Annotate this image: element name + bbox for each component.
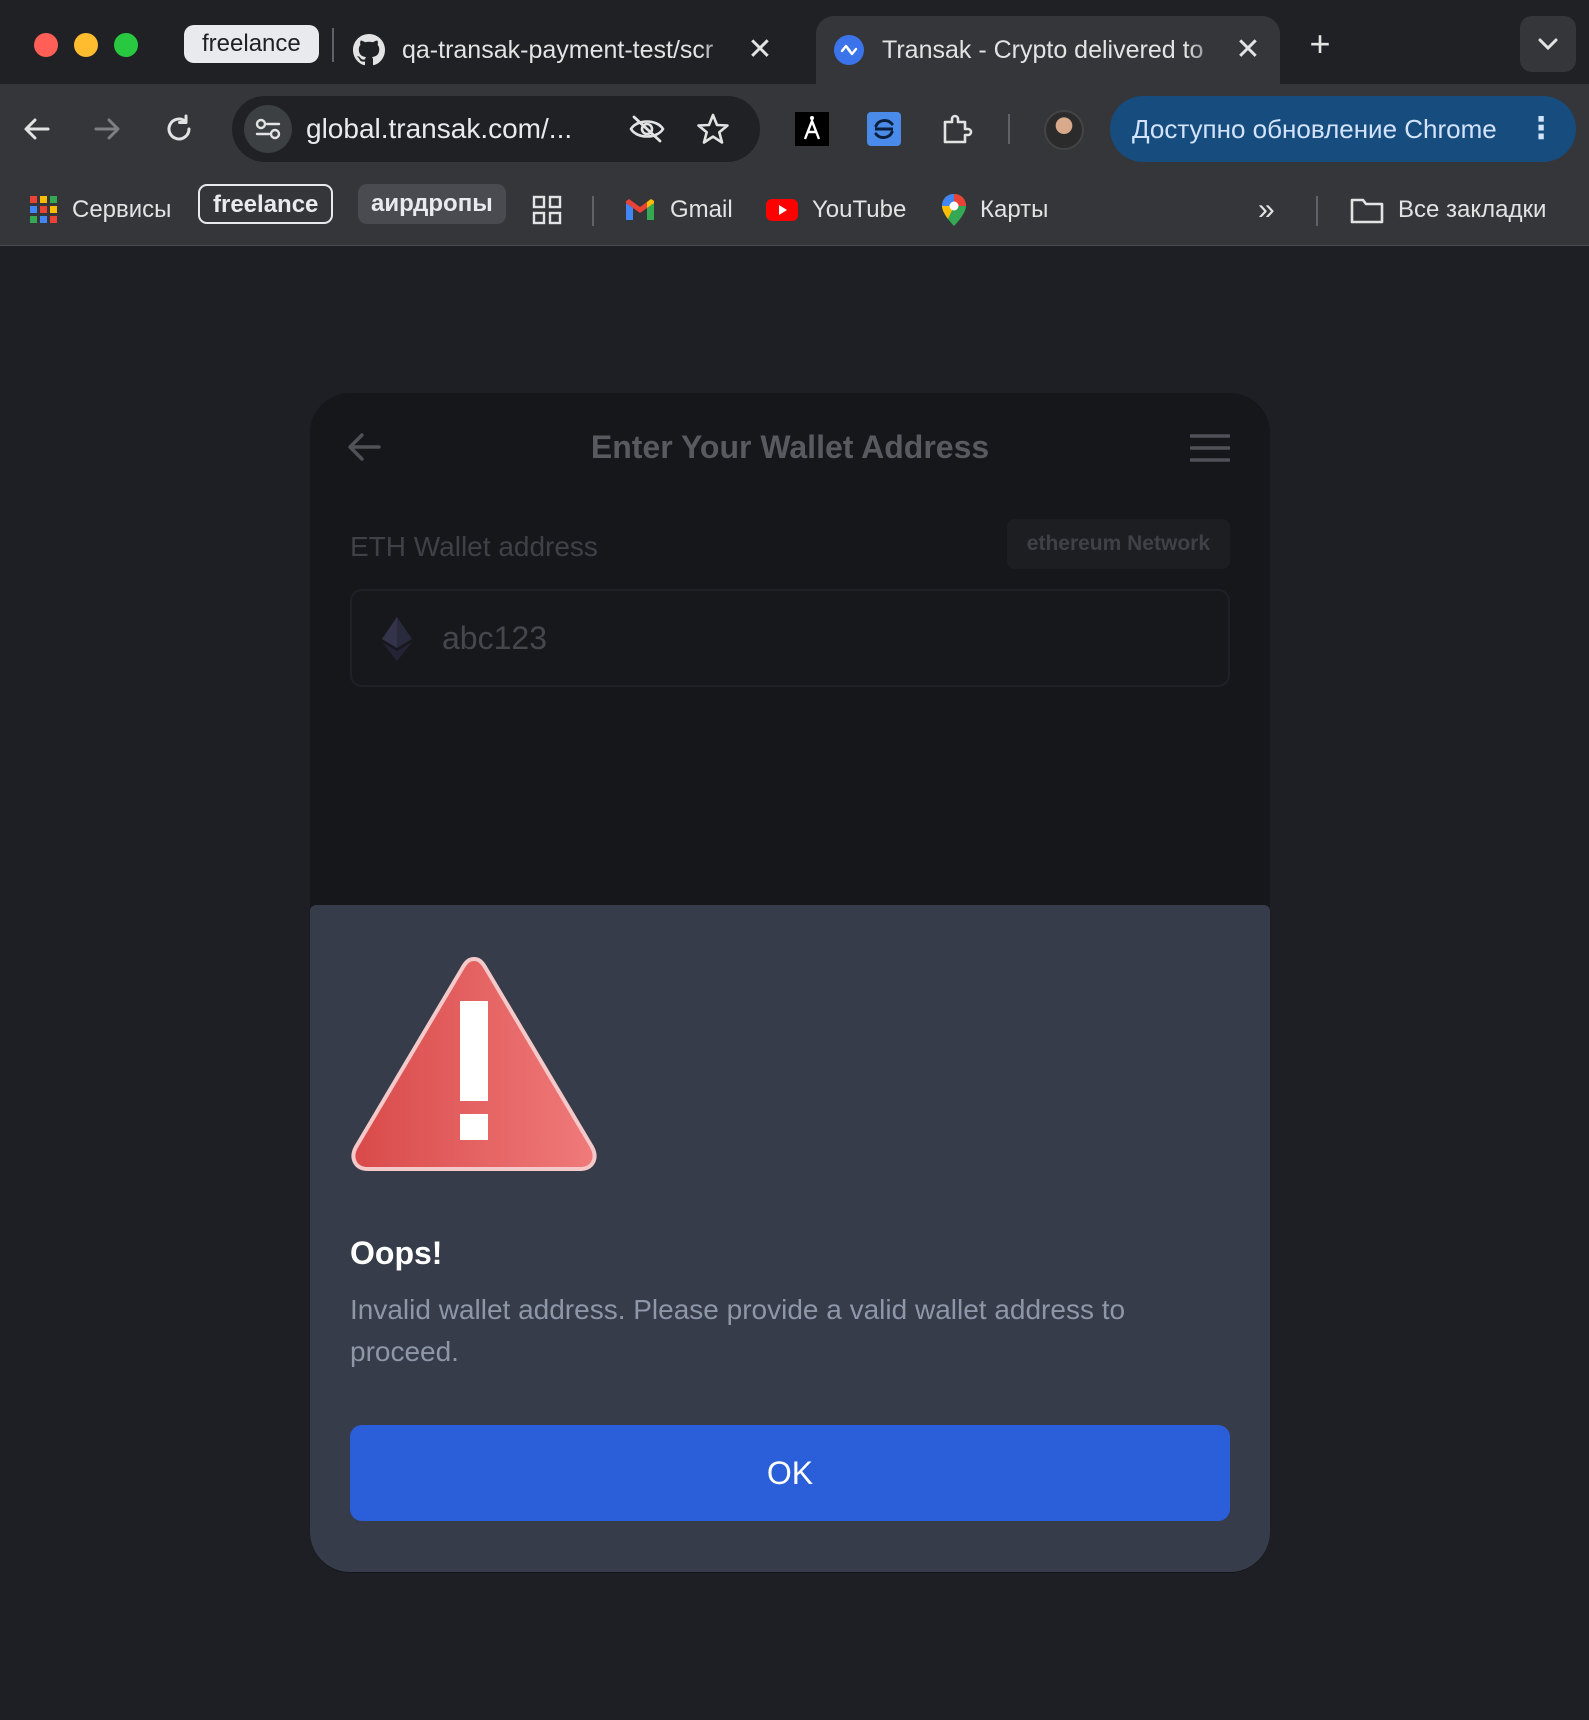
- profile-avatar[interactable]: [1044, 110, 1084, 150]
- bookmarks-bar: Сервисы freelance аирдропы Gmail YouTube…: [0, 174, 1589, 246]
- modal-message: Invalid wallet address. Please provide a…: [350, 1294, 1126, 1367]
- network-badge: ethereum Network: [1006, 519, 1230, 569]
- reload-button[interactable]: [154, 104, 204, 154]
- toolbar-separator: [1008, 114, 1010, 144]
- maps-pin-icon: [942, 194, 966, 226]
- minimize-window-button[interactable]: [74, 33, 98, 57]
- bookmark-label: Сервисы: [72, 196, 172, 223]
- bookmark-maps[interactable]: Карты: [942, 174, 1048, 246]
- transak-icon: [832, 33, 866, 67]
- browser-toolbar: global.transak.com/... Доступно обновлен…: [0, 84, 1589, 174]
- eye-off-icon[interactable]: [628, 110, 666, 148]
- hamburger-menu-icon[interactable]: [1189, 433, 1231, 468]
- bookmark-group-airdrops[interactable]: аирдропы: [358, 184, 506, 224]
- youtube-icon: [766, 198, 798, 222]
- tab-strip: freelance qa-transak-payment-test/scr ✕ …: [0, 0, 1589, 84]
- ethereum-icon: [382, 617, 412, 666]
- ok-button[interactable]: OK: [350, 1425, 1230, 1521]
- wallet-address-input[interactable]: abc123: [350, 589, 1230, 687]
- update-label: Доступно обновление Chrome: [1132, 114, 1497, 144]
- apps-grid-icon: [30, 196, 58, 224]
- folder-icon: [1350, 196, 1384, 224]
- tab-title: qa-transak-payment-test/scr: [402, 35, 714, 64]
- more-bookmarks-icon[interactable]: »: [1258, 174, 1275, 246]
- close-window-button[interactable]: [34, 33, 58, 57]
- forward-button[interactable]: [82, 104, 132, 154]
- wallet-field-label: ETH Wallet address: [350, 531, 598, 562]
- warning-triangle-icon: [348, 951, 600, 1182]
- extensions-puzzle-icon[interactable]: [938, 110, 976, 148]
- chrome-update-button[interactable]: Доступно обновление Chrome ⋮: [1110, 96, 1576, 162]
- tab-search-button[interactable]: [1520, 16, 1576, 72]
- back-button[interactable]: [12, 104, 62, 154]
- close-tab-icon[interactable]: ✕: [1228, 30, 1268, 70]
- gmail-icon: [624, 198, 656, 222]
- github-icon: [352, 33, 386, 67]
- bookmark-group-freelance[interactable]: freelance: [198, 184, 334, 224]
- star-icon[interactable]: [694, 110, 732, 148]
- address-bar[interactable]: global.transak.com/...: [232, 96, 760, 162]
- widget-header: Enter Your Wallet Address: [310, 393, 1270, 503]
- bookmark-label: Карты: [980, 196, 1049, 223]
- zoom-window-button[interactable]: [114, 33, 138, 57]
- wallet-address-value: abc123: [442, 620, 547, 656]
- bookmark-label: YouTube: [812, 196, 907, 223]
- bookmark-label: Gmail: [670, 196, 733, 223]
- close-tab-icon[interactable]: ✕: [740, 30, 780, 70]
- reload-icon: [167, 114, 191, 141]
- grid-icon: [532, 195, 562, 225]
- bookmark-all[interactable]: Все закладки: [1350, 174, 1546, 246]
- site-info-button[interactable]: [244, 105, 292, 153]
- error-modal: Oops! Invalid wallet address. Please pro…: [310, 905, 1270, 1572]
- bookmark-youtube[interactable]: YouTube: [766, 174, 906, 246]
- widget-title: Enter Your Wallet Address: [590, 429, 990, 465]
- chevron-down-icon: [1538, 38, 1558, 51]
- bookmark-gmail[interactable]: Gmail: [624, 174, 733, 246]
- tune-icon: [255, 118, 281, 140]
- extension-sync-icon[interactable]: [865, 110, 903, 148]
- tab-github[interactable]: qa-transak-payment-test/scr ✕: [352, 16, 792, 84]
- extension-a-icon[interactable]: [793, 110, 831, 148]
- url-text: global.transak.com/...: [306, 113, 573, 144]
- tab-transak[interactable]: Transak - Crypto delivered to ✕: [816, 16, 1280, 84]
- new-tab-button[interactable]: +: [1300, 24, 1340, 64]
- tab-group-freelance[interactable]: freelance: [184, 25, 319, 63]
- arrow-left-icon: [24, 118, 50, 140]
- bookmark-apps[interactable]: Сервисы: [30, 174, 171, 246]
- tab-title: Transak - Crypto delivered to: [882, 35, 1204, 64]
- bookmark-label: Все закладки: [1398, 196, 1547, 223]
- modal-title: Oops!: [350, 1235, 443, 1271]
- bookmark-separator: [592, 196, 594, 226]
- bookmark-separator: [1316, 196, 1318, 226]
- tab-separator: [332, 28, 334, 62]
- arrow-right-icon: [94, 118, 120, 140]
- more-menu-icon[interactable]: ⋮: [1526, 96, 1556, 162]
- tab-groups-button[interactable]: [532, 174, 576, 246]
